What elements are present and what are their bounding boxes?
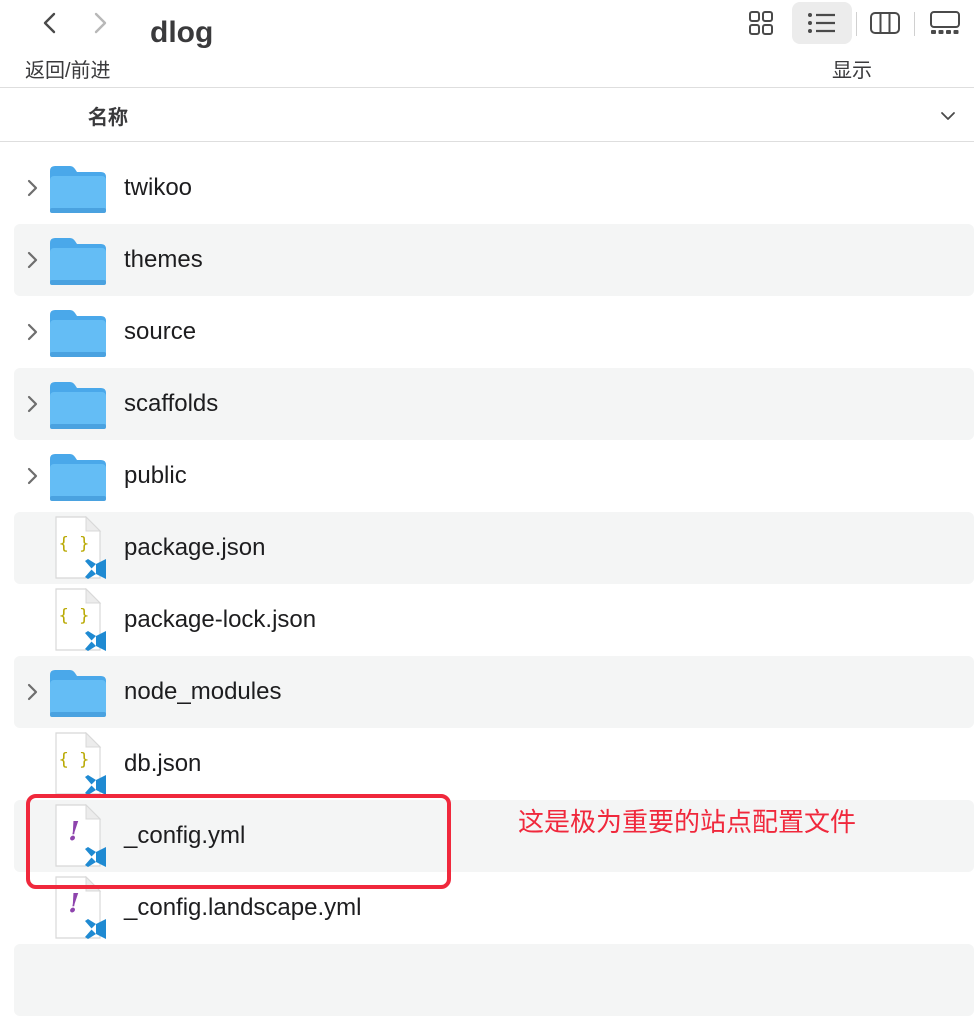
- list-icon: [808, 13, 835, 33]
- file-row[interactable]: public: [14, 440, 974, 512]
- empty-row: [14, 944, 974, 1016]
- file-name: themes: [124, 246, 203, 273]
- json-file-icon: { }: [55, 732, 106, 795]
- file-name: db.json: [124, 750, 202, 777]
- folder-icon: [50, 166, 106, 213]
- json-file-icon: { }: [55, 516, 106, 579]
- folder-icon: [50, 382, 106, 429]
- file-name: package-lock.json: [124, 606, 317, 633]
- file-name: node_modules: [124, 678, 282, 705]
- file-row[interactable]: source: [14, 296, 974, 368]
- file-row[interactable]: node_modules: [14, 656, 974, 728]
- toolbar-divider: [914, 12, 915, 36]
- chevron-right-icon[interactable]: [22, 465, 42, 487]
- folder-icon: [50, 310, 106, 357]
- svg-text:{ }: { }: [59, 534, 90, 554]
- icon-view-button[interactable]: [740, 2, 782, 44]
- file-name: twikoo: [124, 174, 193, 201]
- file-name: source: [124, 318, 197, 345]
- chevron-right-icon[interactable]: [22, 249, 42, 271]
- nav-label: 返回/前进: [25, 60, 111, 82]
- gallery-view-button[interactable]: [922, 2, 968, 44]
- window-title: dlog: [150, 16, 214, 49]
- svg-text:!: !: [68, 889, 79, 919]
- columns-icon: [870, 12, 900, 34]
- annotation-text: 这是极为重要的站点配置文件: [518, 807, 857, 837]
- chevron-right-icon[interactable]: [22, 681, 42, 703]
- highlight-box: [26, 794, 451, 889]
- chevron-right-icon: [94, 12, 107, 34]
- toolbar-divider: [856, 12, 857, 36]
- folder-icon: [50, 238, 106, 285]
- file-name: scaffolds: [124, 390, 219, 417]
- file-name: public: [124, 462, 187, 489]
- view-label: 显示: [832, 60, 872, 82]
- file-name: package.json: [124, 534, 266, 561]
- forward-button[interactable]: [82, 6, 118, 40]
- list-header: 名称: [0, 87, 974, 142]
- folder-icon: [50, 670, 106, 717]
- finder-toolbar: 返回/前进 dlog 显示: [0, 0, 974, 87]
- chevron-right-icon[interactable]: [22, 393, 42, 415]
- chevron-left-icon: [43, 12, 56, 34]
- json-file-icon: { }: [55, 588, 106, 651]
- grid-icon: [749, 11, 773, 35]
- chevron-down-icon[interactable]: [938, 106, 958, 126]
- file-row[interactable]: scaffolds: [14, 368, 974, 440]
- svg-text:{ }: { }: [59, 750, 90, 770]
- svg-text:{ }: { }: [59, 606, 90, 626]
- file-name: _config.landscape.yml: [124, 894, 362, 921]
- file-row[interactable]: twikoo: [14, 152, 974, 224]
- chevron-right-icon[interactable]: [22, 321, 42, 343]
- chevron-right-icon[interactable]: [22, 177, 42, 199]
- back-button[interactable]: [32, 6, 68, 40]
- list-view-button[interactable]: [792, 2, 852, 44]
- file-row[interactable]: { } db.json: [14, 728, 974, 800]
- name-column-header[interactable]: 名称: [88, 101, 128, 130]
- file-row[interactable]: themes: [14, 224, 974, 296]
- folder-icon: [50, 454, 106, 501]
- file-row[interactable]: { } package-lock.json: [14, 584, 974, 656]
- gallery-icon: [930, 11, 960, 34]
- file-row[interactable]: { } package.json: [14, 512, 974, 584]
- column-view-button[interactable]: [862, 2, 908, 44]
